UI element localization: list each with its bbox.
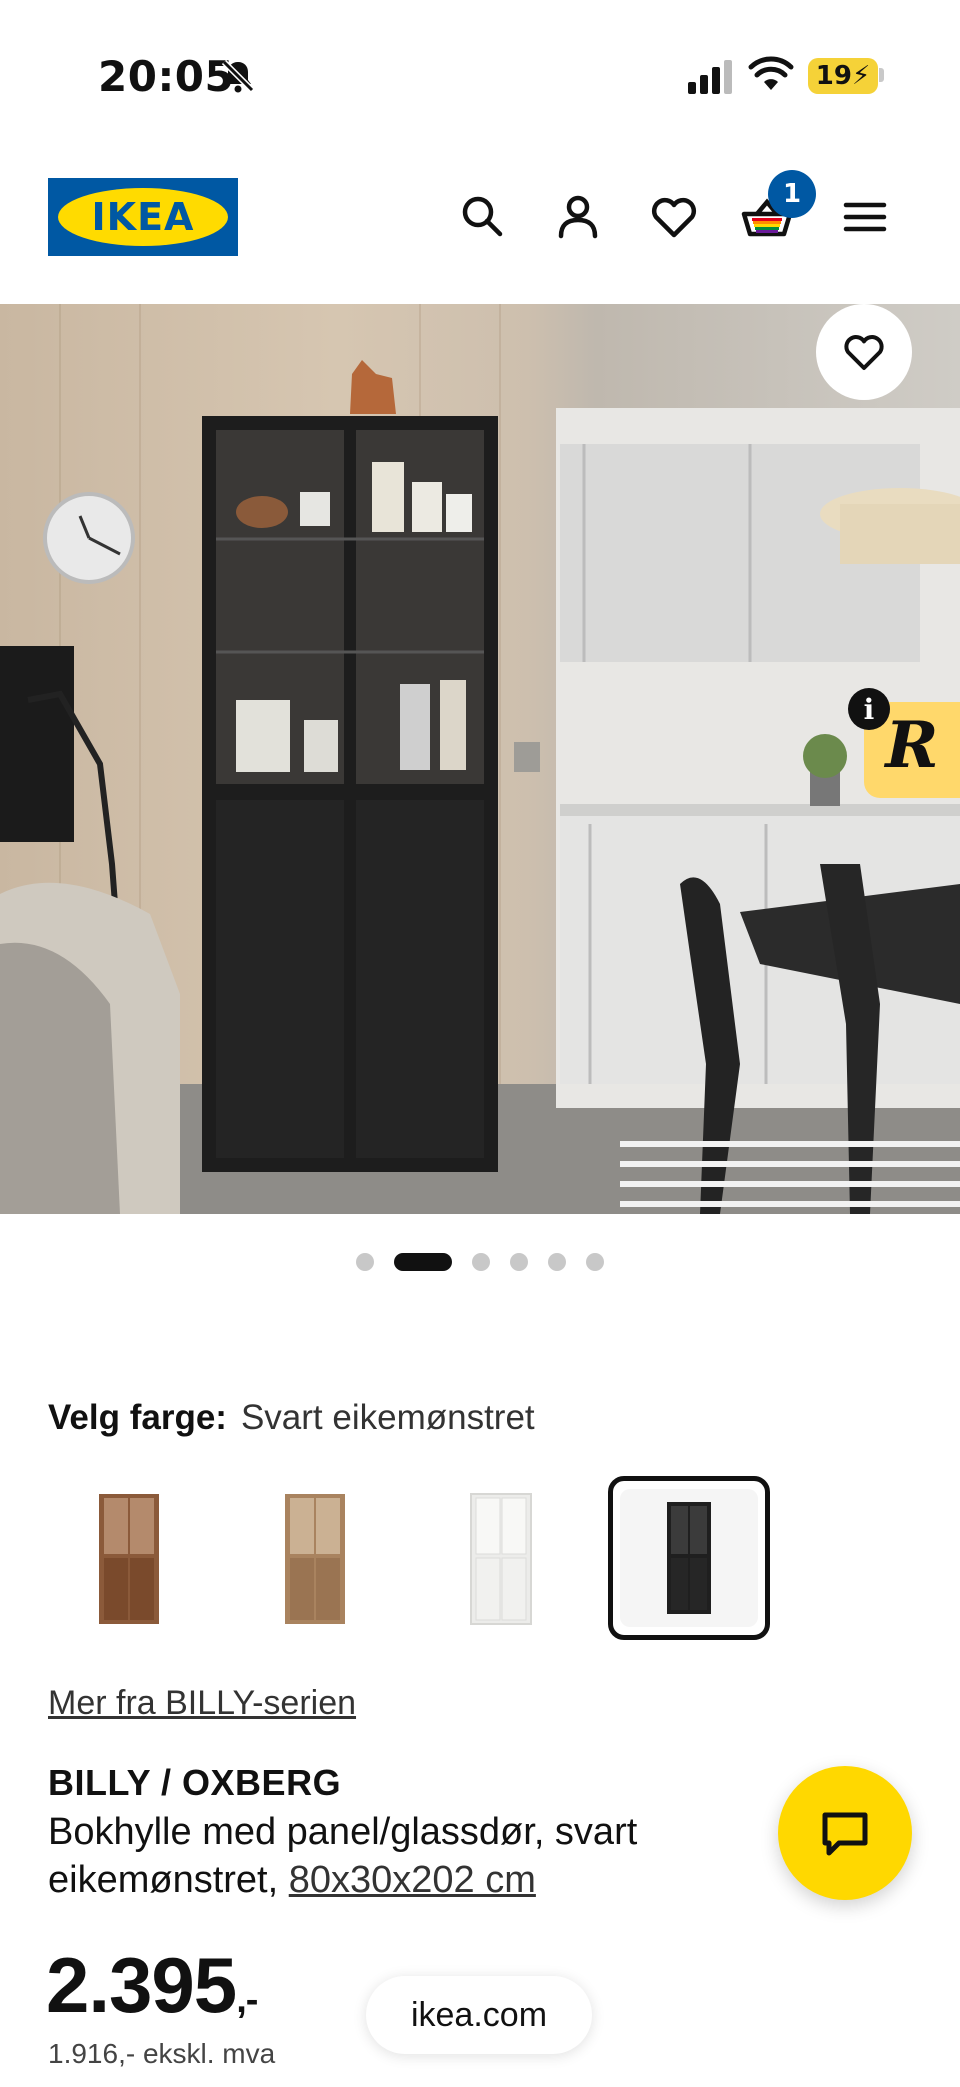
carousel-dot[interactable] [510,1253,528,1271]
bookcase-thumbnail [667,1502,711,1614]
carousel-dot-active[interactable] [394,1253,452,1271]
charging-bolt-icon: ⚡ [851,61,871,91]
colour-swatches [48,1476,928,1646]
price-main: 2.395 [46,1941,237,2029]
info-icon[interactable]: i [848,688,890,730]
battery-level: 19 [815,61,852,91]
site-header: IKEA 1 [0,150,960,305]
price-suffix: ,- [236,1979,258,2021]
swatch-black-oak-selected[interactable] [608,1476,770,1640]
chat-bubble-icon [822,1812,868,1856]
colour-value: Svart eikemønstret [240,1398,535,1437]
series-link[interactable]: Mer fra BILLY-serien [48,1684,356,1723]
carousel-dot[interactable] [548,1253,566,1271]
carousel-dot[interactable] [356,1253,374,1271]
carousel-pagination [0,1250,960,1274]
carousel-dot[interactable] [472,1253,490,1271]
product-name: BILLY / OXBERG [48,1762,342,1803]
heart-icon[interactable] [647,190,701,244]
add-to-favourites-button[interactable] [816,304,912,400]
price-ex-vat: 1.916,- ekskl. mva [48,2038,276,2069]
signal-icon [688,60,732,94]
wifi-icon [748,56,794,90]
colour-label: Velg farge: [48,1398,227,1437]
logo-ellipse: IKEA [58,188,228,246]
price: 2.395,- [46,1940,258,2031]
browser-url-bar[interactable]: ikea.com [366,1976,592,2054]
menu-icon[interactable] [838,190,892,244]
bookcase-thumbnail [470,1493,532,1625]
carousel-dot[interactable] [586,1253,604,1271]
swatch-white[interactable] [420,1476,582,1640]
account-icon[interactable] [551,190,605,244]
swatch-brown-walnut[interactable] [48,1476,210,1640]
battery-tip [879,68,884,82]
cart-count-badge: 1 [768,170,816,218]
colour-selector-heading: Velg farge: Svart eikemønstret [48,1398,535,1438]
heart-outline-icon [844,335,884,370]
product-dimensions-link[interactable]: 80x30x202 cm [289,1859,536,1901]
bookcase-thumbnail [99,1494,159,1624]
swatch-oak[interactable] [234,1476,396,1640]
product-image-carousel[interactable]: R i [0,304,960,1214]
product-description-block: Bokhylle med panel/glassdør, svart eikem… [48,1808,708,1904]
product-photo [0,304,960,1214]
chat-button[interactable] [778,1766,912,1900]
ikea-logo[interactable]: IKEA [48,178,238,256]
bookcase-thumbnail [285,1494,345,1624]
bell-slash-icon [221,59,255,93]
logo-text: IKEA [91,195,195,239]
status-bar: 20:05 19 ⚡ [0,0,960,150]
url-text: ikea.com [410,1995,548,2034]
search-icon[interactable] [456,190,510,244]
swatch-inner [620,1489,758,1627]
status-time: 20:05 [98,52,235,101]
battery-charging-icon: 19 ⚡ [808,58,878,94]
